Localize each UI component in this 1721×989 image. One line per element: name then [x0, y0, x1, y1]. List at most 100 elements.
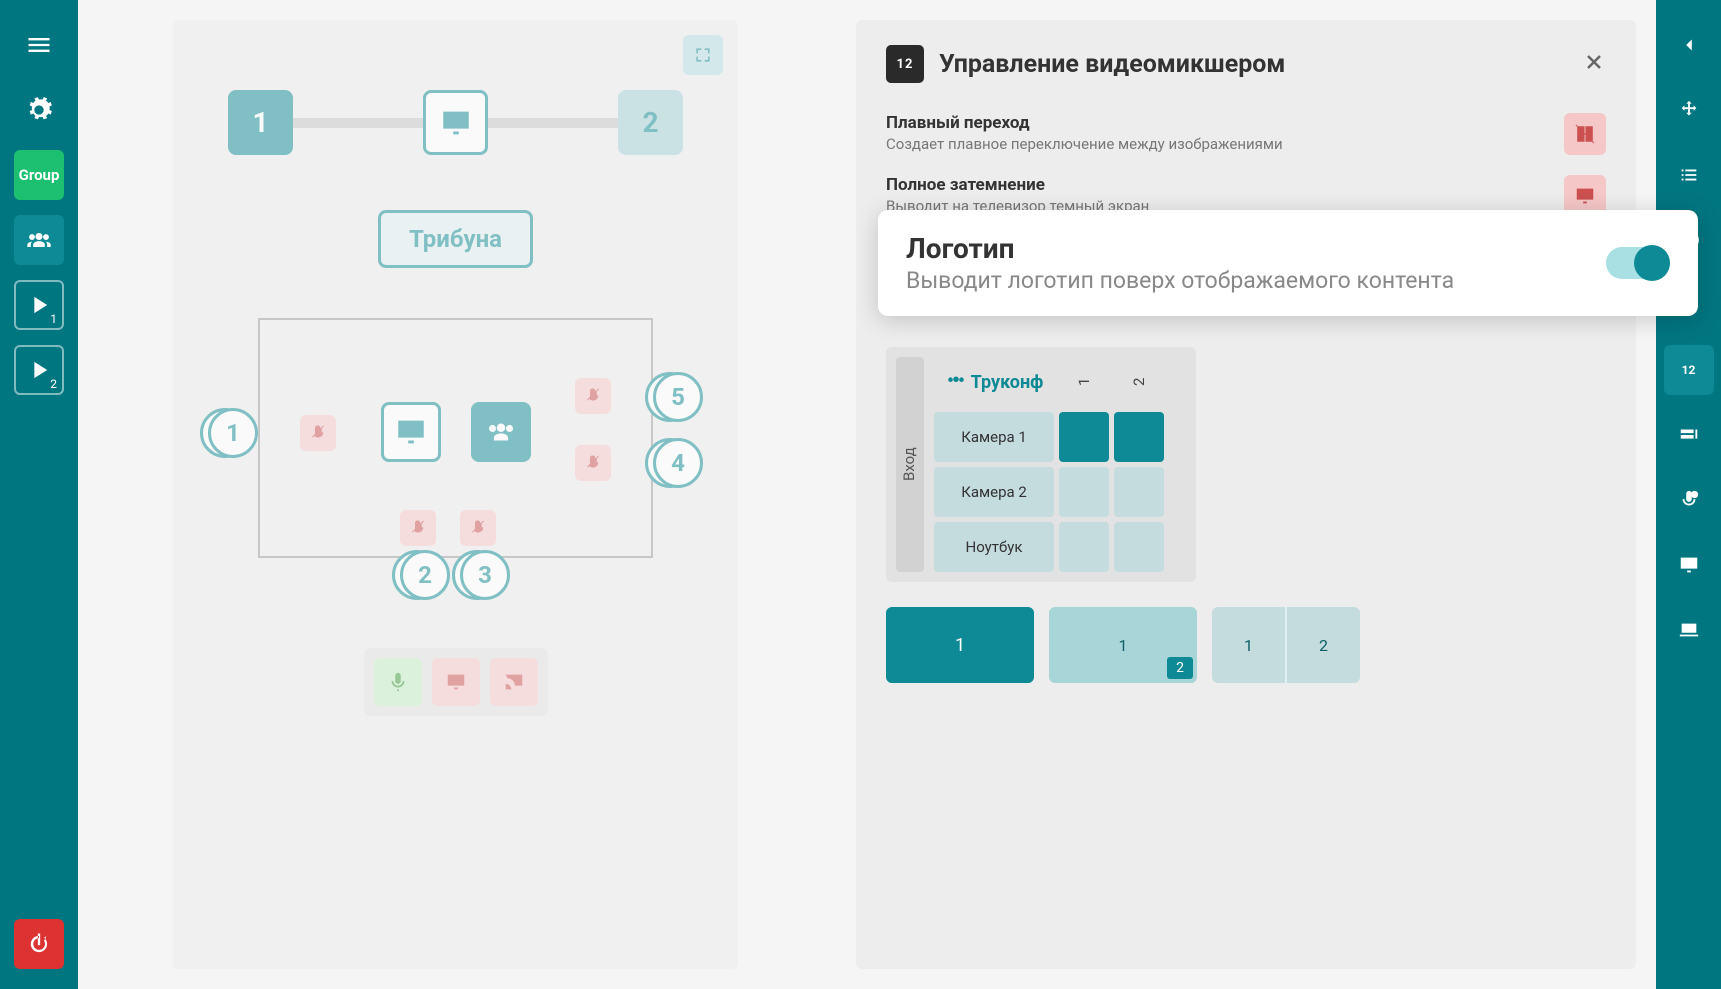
sidebar-right: 12: [1656, 0, 1721, 989]
expand-button[interactable]: [683, 35, 723, 75]
expand-icon: [693, 45, 713, 65]
setting-title: Полное затемнение: [886, 175, 1149, 195]
list-button[interactable]: [1664, 150, 1714, 200]
seat-5[interactable]: 5: [653, 372, 703, 422]
laptop-button[interactable]: [1664, 605, 1714, 655]
room-layout-card: 1 2 Трибуна 1 5 4: [173, 20, 738, 969]
devices-icon: [1678, 424, 1700, 446]
mic-on-button[interactable]: [374, 658, 422, 706]
logo-title: Логотип: [906, 232, 1454, 265]
input-matrix: Вход Труконф 1 2 Камера 1 Камера 2 Ноутб…: [886, 347, 1196, 582]
main-area: 1 2 Трибуна 1 5 4: [78, 0, 1656, 989]
input-vlabel: Вход: [896, 357, 924, 572]
no-cast-icon: [503, 671, 525, 693]
seat-4[interactable]: 4: [653, 438, 703, 488]
cell-cam2-1[interactable]: [1059, 467, 1109, 517]
setting-desc: Создает плавное переключение между изобр…: [886, 135, 1283, 153]
logo-setting-popup: Логотип Выводит логотип поверх отображае…: [878, 210, 1698, 316]
cell-cam1-1[interactable]: [1059, 412, 1109, 462]
play-icon: [25, 356, 53, 384]
preset-2[interactable]: 1 2: [1049, 607, 1197, 683]
col-2: 2: [1114, 357, 1164, 407]
devices-button[interactable]: [1664, 410, 1714, 460]
room-monitor[interactable]: [381, 402, 441, 462]
users-icon: [25, 226, 53, 254]
cell-cam1-2[interactable]: [1114, 412, 1164, 462]
cell-cam2-2[interactable]: [1114, 467, 1164, 517]
no-screen-icon: [445, 671, 467, 693]
users-button[interactable]: [14, 215, 64, 265]
play1-sub: 1: [50, 312, 57, 326]
play1-button[interactable]: 1: [14, 280, 64, 330]
move-icon: [1678, 99, 1700, 121]
row-camera2: Камера 2: [934, 467, 1054, 517]
sidebar-left: Group 1 2: [0, 0, 78, 989]
power-button[interactable]: [14, 919, 64, 969]
cell-laptop-1[interactable]: [1059, 522, 1109, 572]
trukonf-header: Труконф: [934, 357, 1054, 407]
laptop-icon: [1678, 619, 1700, 641]
setting-title: Плавный переход: [886, 113, 1283, 133]
mic-off-1[interactable]: [300, 415, 336, 451]
transition-off-icon: [1574, 123, 1596, 145]
cast-off-button[interactable]: [490, 658, 538, 706]
col-1: 1: [1059, 357, 1109, 407]
play2-button[interactable]: 2: [14, 345, 64, 395]
users-icon: [484, 415, 518, 449]
group-button[interactable]: Group: [14, 150, 64, 200]
display-node-1[interactable]: 1: [228, 90, 293, 155]
logo-switch[interactable]: [1606, 247, 1670, 279]
play2-sub: 2: [50, 377, 57, 391]
logo-desc: Выводит логотип поверх отображаемого кон…: [906, 267, 1454, 294]
mic-off-4[interactable]: [575, 445, 611, 481]
preset-1[interactable]: 1: [886, 607, 1034, 683]
bottom-controls: [364, 648, 548, 716]
mixer-nav-button[interactable]: 12: [1664, 345, 1714, 395]
row-laptop: Ноутбук: [934, 522, 1054, 572]
screen-off-button[interactable]: [432, 658, 480, 706]
mic-off-5[interactable]: [575, 378, 611, 414]
mic-off-icon: [584, 454, 602, 472]
monitor-icon: [1678, 554, 1700, 576]
layout-presets: 1 1 2 1 2: [886, 607, 1606, 683]
display-node-screen[interactable]: [423, 90, 488, 155]
transition-toggle[interactable]: [1564, 113, 1606, 155]
mic-off-2[interactable]: [400, 510, 436, 546]
display-row: 1 2: [193, 90, 718, 155]
row-camera1: Камера 1: [934, 412, 1054, 462]
mic-off-3[interactable]: [460, 510, 496, 546]
screen-off-icon: [1574, 185, 1596, 207]
users-icon: [945, 371, 967, 393]
mic-off-icon: [584, 387, 602, 405]
move-button[interactable]: [1664, 85, 1714, 135]
display-node-2[interactable]: 2: [618, 90, 683, 155]
monitor-icon: [394, 415, 428, 449]
seat-1[interactable]: 1: [208, 408, 258, 458]
preset-3[interactable]: 1 2: [1212, 607, 1360, 683]
collapse-button[interactable]: [1664, 20, 1714, 70]
seat-2[interactable]: 2: [400, 550, 450, 600]
chevron-left-icon: [1678, 34, 1700, 56]
mic-icon: [387, 671, 409, 693]
monitor-icon: [439, 106, 473, 140]
tribune-label[interactable]: Трибуна: [378, 210, 533, 268]
cell-laptop-2[interactable]: [1114, 522, 1164, 572]
mic-off-icon: [309, 424, 327, 442]
room-users[interactable]: [471, 402, 531, 462]
mic-off-icon: [469, 519, 487, 537]
list-icon: [1678, 164, 1700, 186]
room-box: 1 5 4 2 3: [258, 318, 653, 558]
mic-info-button[interactable]: [1664, 475, 1714, 525]
settings-button[interactable]: [14, 85, 64, 135]
menu-button[interactable]: [14, 20, 64, 70]
video-mixer-panel: 12 Управление видеомикшером Плавный пере…: [856, 20, 1636, 969]
mic-off-icon: [409, 519, 427, 537]
play-icon: [25, 291, 53, 319]
monitor1-button[interactable]: [1664, 540, 1714, 590]
close-button[interactable]: [1582, 48, 1606, 81]
seat-3[interactable]: 3: [460, 550, 510, 600]
connector-bar: [293, 118, 423, 128]
panel-title: Управление видеомикшером: [939, 50, 1285, 79]
gear-icon: [25, 96, 53, 124]
switch-knob: [1634, 245, 1670, 281]
